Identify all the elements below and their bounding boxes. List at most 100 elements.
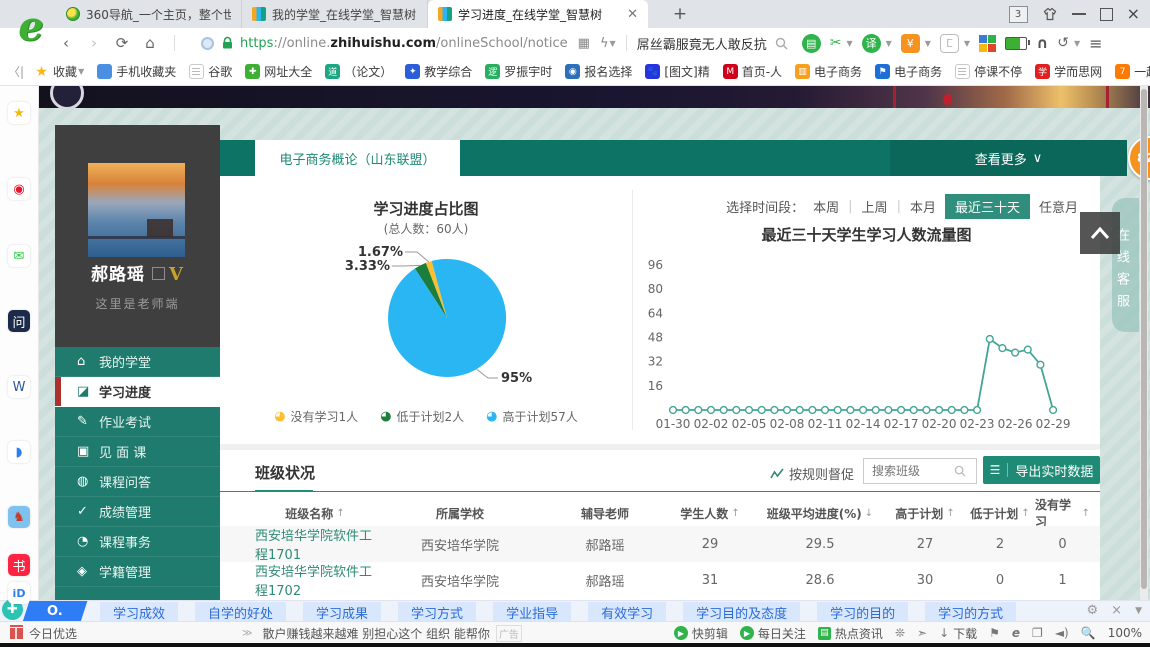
class-search-box[interactable]	[863, 458, 977, 484]
shield-wallet-icon[interactable]: ¥▼	[901, 34, 931, 53]
class-search-input[interactable]	[870, 463, 950, 479]
bookmark-item[interactable]: 谷歌	[189, 63, 232, 80]
period-option[interactable]: 本月	[910, 197, 936, 216]
class-name-link[interactable]: 西安培华学院软件工程1701	[255, 525, 375, 563]
period-option[interactable]: 最近三十天	[945, 194, 1030, 219]
avatar[interactable]	[88, 163, 185, 257]
bookmark-item[interactable]: ✦教学综合	[405, 63, 472, 80]
sort-arrow-icon[interactable]: ↑	[336, 508, 344, 519]
table-row[interactable]: 西安培华学院软件工程1702西安培华学院郝路瑶3128.63001	[220, 562, 1100, 598]
sidebar-item-menu[interactable]: ⌂我的学堂	[55, 347, 220, 377]
hot-news-item[interactable]: ▤热点资讯	[818, 625, 883, 642]
sidebar-item-menu[interactable]: ◈学籍管理	[55, 557, 220, 587]
mail-icon[interactable]: ✉	[8, 245, 30, 267]
column-header[interactable]: 所属学校	[375, 500, 545, 526]
bookmark-item[interactable]: 停课不停	[955, 63, 1022, 80]
minimize-button[interactable]	[1072, 13, 1086, 15]
xiaohongshu-icon[interactable]: 书	[8, 554, 30, 576]
daily-picks-label[interactable]: 今日优选	[29, 625, 77, 642]
sort-arrow-icon[interactable]: ↑	[1082, 508, 1090, 519]
favorites-star-icon[interactable]: ★	[8, 102, 30, 124]
course-tab[interactable]: 电子商务概论（山东联盟）	[255, 140, 460, 176]
bookmark-item[interactable]: ▥电子商务	[795, 63, 862, 80]
id-app-icon[interactable]: iD	[8, 582, 30, 604]
column-header[interactable]: 高于计划↑	[885, 500, 965, 526]
address-bar[interactable]: https://online.zhihuishu.com/onlineSchoo…	[201, 36, 616, 51]
chat-app-icon[interactable]: ◗	[8, 441, 30, 463]
site-info-icon[interactable]	[201, 37, 214, 50]
sidebar-item-menu[interactable]: ✎作业考试	[55, 407, 220, 437]
flag-icon[interactable]: ⚑	[989, 626, 1000, 640]
export-realtime-data-button[interactable]: ☰ 导出实时数据	[983, 456, 1100, 484]
column-header[interactable]: 班级平均进度(%)↓	[755, 500, 885, 526]
suggestion-chip[interactable]: 学习成效	[100, 602, 178, 623]
ie-mode-icon[interactable]: e	[1012, 626, 1020, 640]
bookmark-item[interactable]: 手机收藏夹	[97, 63, 176, 80]
sort-arrow-icon[interactable]: ↑	[1021, 508, 1029, 519]
suggestion-chip[interactable]: 学习目的及态度	[683, 602, 800, 623]
home-button[interactable]: ⌂	[136, 34, 164, 52]
scrollbar-thumb[interactable]	[1141, 89, 1147, 589]
bookmark-item[interactable]: 🐾[图文]精	[645, 63, 709, 80]
zoom-level[interactable]: 100%	[1108, 626, 1142, 640]
screenshot-scissors-icon[interactable]: ✂▼	[830, 35, 853, 51]
game-center-icon[interactable]: ⵎ▼	[940, 34, 970, 53]
menu-hamburger-icon[interactable]: ≡	[1089, 34, 1102, 53]
gear-icon[interactable]: ⚙	[1087, 603, 1099, 618]
bookmark-item[interactable]: M首页-人	[723, 63, 782, 80]
window-mode-icon[interactable]: ❐	[1032, 626, 1043, 640]
browser-logo-icon[interactable]: e	[8, 3, 54, 51]
sort-arrow-icon[interactable]: ↑	[731, 508, 739, 519]
sidebar-item-menu[interactable]: ◍课程问答	[55, 467, 220, 497]
tab-count-badge[interactable]: 3	[1009, 6, 1028, 23]
apps-grid-icon[interactable]	[979, 35, 996, 52]
bookmark-item[interactable]: 逻罗振宇时	[485, 63, 552, 80]
bookmark-item[interactable]: ⚑电子商务	[875, 63, 942, 80]
double-chevron-icon[interactable]: ≫	[242, 628, 252, 639]
browser-tab[interactable]: 360导航_一个主页，整个世界	[56, 0, 242, 28]
column-header[interactable]: 班级名称↑	[255, 500, 375, 526]
suggestion-chip[interactable]: 学习方式	[398, 602, 476, 623]
bookmark-item[interactable]: ★收藏▼	[34, 63, 84, 80]
word-doc-icon[interactable]: W	[8, 376, 30, 398]
sort-arrow-icon[interactable]: ↑	[946, 508, 954, 519]
chevron-down-icon[interactable]: ▼	[1135, 606, 1142, 616]
news-app-icon[interactable]: 问	[8, 310, 30, 332]
suggestion-chip[interactable]: 学习的方式	[925, 602, 1016, 623]
bookmark-item[interactable]: 学学而思网	[1035, 63, 1102, 80]
sidebar-item-menu[interactable]: ▣见 面 课	[55, 437, 220, 467]
zoom-search-icon[interactable]: 🔍	[1081, 626, 1096, 640]
collapse-sidebar-icon[interactable]: 〈|	[8, 63, 24, 80]
sidebar-item-active[interactable]: ◪学习进度	[55, 377, 220, 407]
page-scrollbar[interactable]	[1140, 86, 1148, 600]
reading-mode-icon[interactable]: ▤	[802, 34, 821, 53]
suggestion-chip[interactable]: 自学的好处	[195, 602, 286, 623]
weibo-icon[interactable]: ◉	[8, 178, 30, 200]
speaker-icon[interactable]: ◄)	[1055, 626, 1069, 640]
undo-history-icon[interactable]: ↺▼	[1057, 35, 1080, 51]
quick-clip-item[interactable]: ▶快剪辑	[674, 625, 728, 642]
back-to-top-button[interactable]	[1080, 212, 1120, 254]
sidebar-item-menu[interactable]: ✓成绩管理	[55, 497, 220, 527]
headphones-icon[interactable]: ∩	[1036, 34, 1048, 52]
ad-text[interactable]: 散户赚钱越来越难 别担心这个 组织 能帮你	[262, 625, 489, 642]
period-option[interactable]: 上周	[862, 197, 888, 216]
restore-button[interactable]	[1100, 8, 1113, 21]
sort-arrow-icon[interactable]: ↓	[865, 508, 873, 519]
theme-shirt-icon[interactable]	[1042, 7, 1058, 21]
bookmark-item[interactable]: ✚网址大全	[245, 63, 312, 80]
tab-close-icon[interactable]: ✕	[627, 7, 638, 22]
suggestion-chip[interactable]: 学业指导	[493, 602, 571, 623]
game-app-icon[interactable]: ♞	[8, 506, 30, 528]
fan-icon[interactable]: ❊	[895, 626, 905, 640]
period-option[interactable]: 本周	[813, 197, 839, 216]
browser-search-box[interactable]: 屌丝霸服竟无人敢反抗	[637, 34, 788, 53]
supervise-by-rule-button[interactable]: 按规则督促	[770, 464, 854, 483]
battery-saver-icon[interactable]	[1005, 37, 1027, 50]
table-row[interactable]: 西安培华学院软件工程1701西安培华学院郝路瑶2929.52720	[220, 526, 1100, 562]
suggestion-chip[interactable]: 学习成果	[303, 602, 381, 623]
lightning-icon[interactable]: ϟ	[600, 36, 609, 51]
sidebar-item-menu[interactable]: ◔课程事务	[55, 527, 220, 557]
class-name-link[interactable]: 西安培华学院软件工程1702	[255, 561, 375, 599]
search-icon[interactable]	[775, 37, 788, 50]
